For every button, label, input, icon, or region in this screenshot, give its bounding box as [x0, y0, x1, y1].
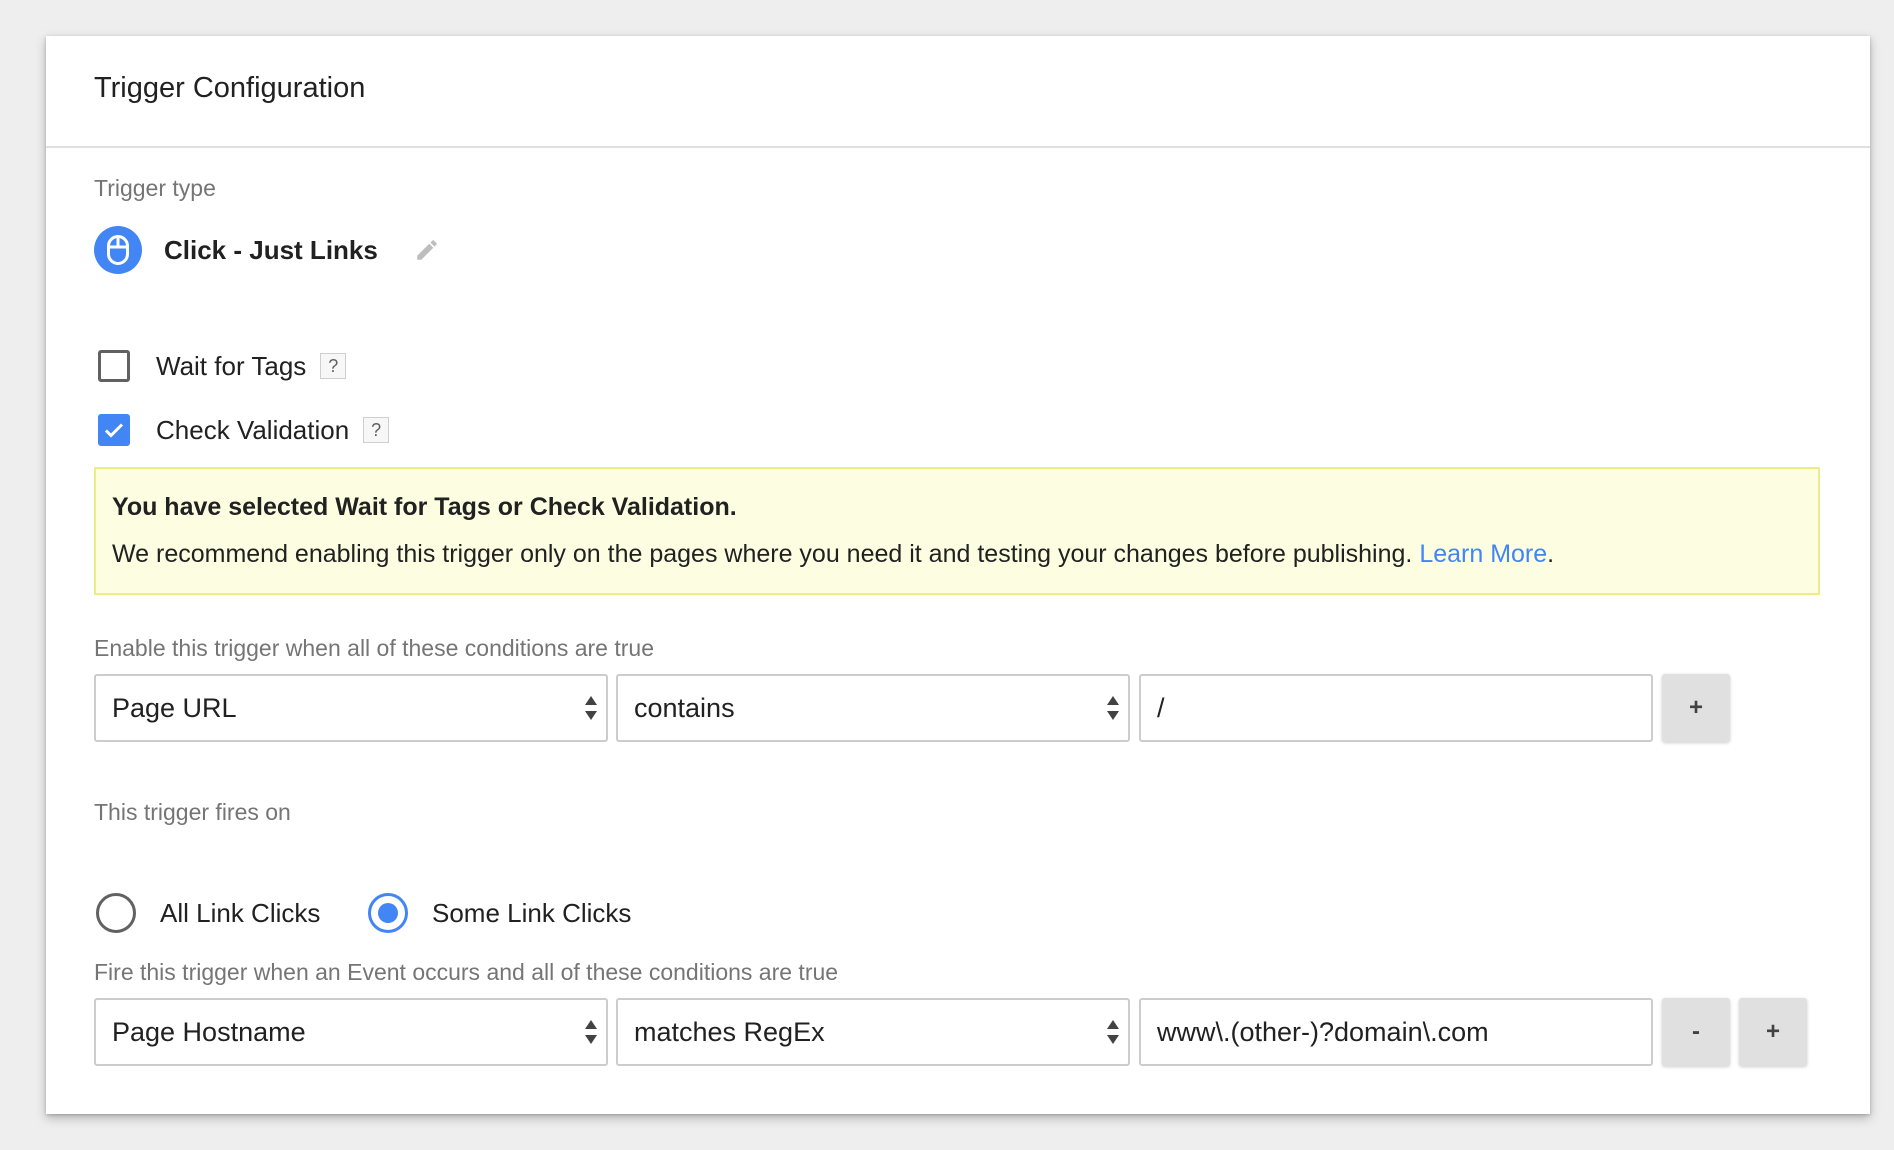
- fire-operator-select[interactable]: matches RegEx: [616, 998, 1130, 1066]
- radio-selected-dot: [378, 903, 398, 923]
- mouse-icon: [94, 226, 142, 274]
- trigger-configuration-card: Trigger Configuration Trigger type Click…: [46, 36, 1870, 1114]
- fire-remove-condition-button[interactable]: -: [1662, 998, 1730, 1066]
- checkmark-icon: [104, 423, 124, 438]
- trigger-type-row[interactable]: Click - Just Links: [94, 226, 442, 274]
- card-header: Trigger Configuration: [46, 36, 1870, 148]
- enable-value-input[interactable]: /: [1139, 674, 1653, 742]
- notice-text: We recommend enabling this trigger only …: [112, 540, 1413, 568]
- notice-body: We recommend enabling this trigger only …: [112, 540, 1802, 569]
- select-arrows-icon: [1107, 696, 1119, 720]
- some-link-clicks-radio[interactable]: [368, 893, 408, 933]
- fire-operator-value: matches RegEx: [634, 1016, 825, 1047]
- wait-for-tags-checkbox[interactable]: [98, 350, 130, 382]
- check-validation-checkbox[interactable]: [98, 414, 130, 446]
- wait-for-tags-option: Wait for Tags ?: [98, 346, 347, 386]
- fire-variable-value: Page Hostname: [112, 1016, 306, 1047]
- wait-for-tags-help-button[interactable]: ?: [320, 353, 347, 379]
- fire-conditions-label: Fire this trigger when an Event occurs a…: [94, 959, 839, 985]
- check-validation-option: Check Validation ?: [98, 410, 390, 450]
- notice-title: You have selected Wait for Tags or Check…: [112, 493, 737, 521]
- enable-operator-value: contains: [634, 692, 735, 723]
- select-arrows-icon: [1107, 1020, 1119, 1044]
- enable-conditions-label: Enable this trigger when all of these co…: [94, 635, 654, 661]
- fire-value-input[interactable]: www\.(other-)?domain\.com: [1139, 998, 1653, 1066]
- all-link-clicks-option: All Link Clicks: [96, 892, 320, 934]
- enable-value-text: /: [1157, 692, 1165, 723]
- all-link-clicks-radio[interactable]: [96, 893, 136, 933]
- validation-notice: You have selected Wait for Tags or Check…: [94, 467, 1820, 595]
- trigger-type-name: Click - Just Links: [164, 234, 378, 265]
- learn-more-link[interactable]: Learn More: [1419, 540, 1547, 568]
- enable-variable-value: Page URL: [112, 692, 237, 723]
- fire-value-text: www\.(other-)?domain\.com: [1157, 1016, 1489, 1047]
- fire-add-condition-button[interactable]: +: [1739, 998, 1807, 1066]
- select-arrows-icon: [585, 1020, 597, 1044]
- wait-for-tags-label: Wait for Tags: [156, 350, 307, 381]
- some-link-clicks-option: Some Link Clicks: [368, 892, 631, 934]
- all-link-clicks-label: All Link Clicks: [160, 897, 321, 928]
- enable-variable-select[interactable]: Page URL: [94, 674, 608, 742]
- notice-end: .: [1547, 540, 1555, 568]
- select-arrows-icon: [585, 696, 597, 720]
- card-title: Trigger Configuration: [94, 72, 366, 104]
- check-validation-help-button[interactable]: ?: [363, 417, 390, 443]
- enable-add-condition-button[interactable]: +: [1662, 674, 1730, 742]
- check-validation-label: Check Validation: [156, 414, 350, 445]
- some-link-clicks-label: Some Link Clicks: [432, 897, 632, 928]
- fire-variable-select[interactable]: Page Hostname: [94, 998, 608, 1066]
- trigger-type-label: Trigger type: [94, 175, 216, 201]
- enable-operator-select[interactable]: contains: [616, 674, 1130, 742]
- fires-on-label: This trigger fires on: [94, 799, 291, 825]
- pencil-icon[interactable]: [412, 235, 442, 265]
